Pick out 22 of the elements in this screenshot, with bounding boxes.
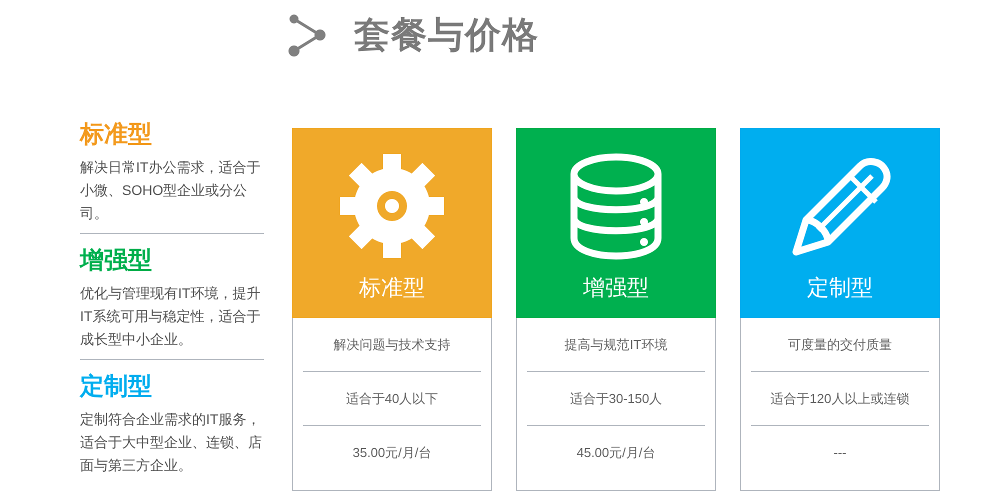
plan-heading: 定制型 <box>80 372 153 402</box>
feature-text: 35.00元/月/台 <box>352 444 432 462</box>
plan-description: 定制符合企业需求的IT服务，适合于大中型企业、连锁、店面与第三方企业。 <box>80 410 263 475</box>
plan-heading: 标准型 <box>80 120 153 150</box>
card-title: 定制型 <box>807 274 873 302</box>
card-title: 标准型 <box>359 274 425 302</box>
card-title: 增强型 <box>583 274 649 302</box>
plan-description: 解决日常IT办公需求，适合于小微、SOHO型企业或分公司。 <box>80 158 262 223</box>
database-icon <box>568 152 664 260</box>
gear-icon <box>338 152 446 260</box>
plan-heading: 增强型 <box>80 246 153 276</box>
feature-text: 适合于120人以上或连锁 <box>770 390 910 408</box>
plan-description: 优化与管理现有IT环境，提升IT系统可用与稳定性，适合于成长型中小企业。 <box>80 284 262 349</box>
page-title: 套餐与价格 <box>354 12 539 56</box>
share-icon <box>288 13 328 57</box>
feature-text: 提高与规范IT环境 <box>564 336 668 354</box>
feature-text: 解决问题与技术支持 <box>332 336 452 354</box>
feature-text: 适合于40人以下 <box>344 390 440 408</box>
feature-text: 45.00元/月/台 <box>576 444 656 462</box>
feature-text: 适合于30-150人 <box>568 390 664 408</box>
feature-text: 可度量的交付质量 <box>787 336 893 354</box>
feature-text: --- <box>832 444 848 462</box>
